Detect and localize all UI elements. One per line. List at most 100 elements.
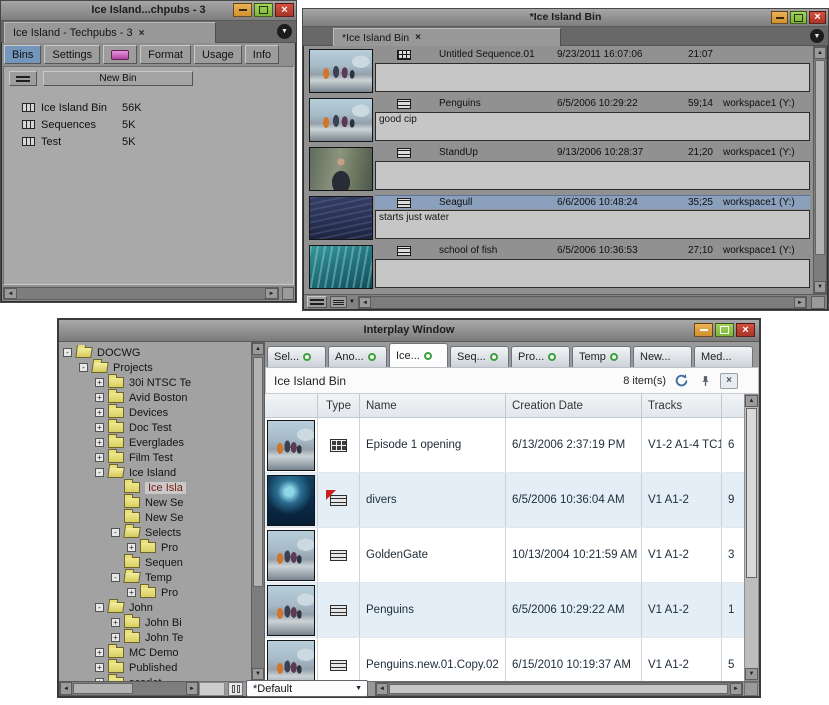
tree-expander-icon[interactable]: + [95,393,104,402]
asset-thumbnail[interactable] [267,584,315,636]
view-menu-caret-icon[interactable]: ▼ [349,299,355,305]
tree-item[interactable]: + Doc Test [59,419,251,435]
close-button[interactable] [736,323,755,337]
tree-item[interactable]: + Avid Boston [59,389,251,405]
clip-thumbnail[interactable] [309,245,373,289]
tree-item-label[interactable]: New Se [145,512,184,524]
clip-comment-box[interactable] [375,63,810,92]
tree-item-label[interactable]: Devices [129,407,168,419]
tree-item[interactable]: - Projects [59,360,251,375]
header-thumbnail[interactable] [265,394,318,417]
tree-item-label[interactable]: Ice Island [129,467,176,479]
tree-item-label[interactable]: Film Test [129,452,173,464]
tree-item[interactable]: + Pro [59,584,251,600]
scrollbar-thumb[interactable] [746,408,757,578]
clip-comment-box[interactable] [375,259,810,288]
tab-info[interactable]: Info [244,45,280,64]
clip-comment-box[interactable]: good cip [375,112,810,141]
bin-tab[interactable]: Pro... [511,346,570,367]
tree-item-label[interactable]: New Se [145,497,184,509]
tree-expander-icon[interactable]: + [95,648,104,657]
tab-close-icon[interactable]: × [415,32,421,43]
maximize-button[interactable] [254,3,273,17]
tab-close-icon[interactable]: × [139,28,145,39]
asset-name[interactable]: GoldenGate [360,528,506,582]
clip-row-header[interactable]: Seagull 6/6/2006 10:48:24 35;25 workspac… [375,195,810,209]
tree-item[interactable]: + MC Demo [59,644,251,660]
clip-row[interactable]: Seagull 6/6/2006 10:48:24 35;25 workspac… [305,193,812,242]
asset-name[interactable]: Episode 1 opening [360,418,506,472]
clip-name[interactable]: Seagull [439,197,472,208]
bin-tab[interactable]: Ano... [328,346,387,367]
tree-item-label[interactable]: Temp [145,572,172,584]
pin-button[interactable] [696,373,714,389]
tab-settings[interactable]: Settings [44,45,101,64]
scroll-up-icon[interactable] [745,395,758,407]
clip-row-header[interactable]: Penguins 6/5/2006 10:29:22 59;14 workspa… [375,97,810,111]
resize-corner[interactable] [811,296,825,309]
clip-row[interactable]: Untitled Sequence.01 9/23/2011 16:07:06 … [305,46,812,95]
tab-usage[interactable]: Usage [194,45,242,64]
tree-item-label[interactable]: Selects [145,527,181,539]
tree-expander-icon[interactable]: - [95,468,104,477]
header-name[interactable]: Name [360,394,506,417]
clip-thumbnail[interactable] [309,98,373,142]
clip-name[interactable]: Penguins [439,98,481,109]
clip-name[interactable]: Untitled Sequence.01 [439,49,535,60]
minimize-button[interactable] [694,323,713,337]
clip-window-titlebar[interactable]: *Ice Island Bin [303,9,828,27]
scroll-left-icon[interactable] [60,682,72,695]
vertical-scrollbar[interactable] [813,46,827,294]
tree-item-label[interactable]: 30i NTSC Te [129,377,191,389]
clip-thumbnail[interactable] [309,196,373,240]
tab-bins[interactable]: Bins [4,45,42,64]
asset-thumbnail[interactable] [267,419,315,471]
tree-expander-icon[interactable]: + [95,408,104,417]
clip-comment-box[interactable]: starts just water [375,210,810,239]
tree-item-label[interactable]: Pro [161,542,178,554]
asset-thumbnail[interactable] [267,639,315,681]
bin-tab[interactable]: Seq... [450,346,509,367]
tab-menu-button[interactable]: ▼ [810,29,824,43]
tree-item[interactable]: - Selects [59,525,251,540]
bin-tab[interactable]: New... [633,346,692,367]
tree-item-label[interactable]: Published [129,662,177,674]
tree-item-label[interactable]: John Bi [145,617,182,629]
scroll-down-icon[interactable] [814,281,826,293]
scroll-right-icon[interactable] [186,682,198,695]
clip-comment-box[interactable] [375,161,810,190]
tree-item-label[interactable]: John Te [145,632,183,644]
tree-expander-icon[interactable]: + [127,588,136,597]
tree-item-label[interactable]: Projects [113,362,153,374]
bin-tab[interactable]: Ice... [389,343,448,367]
scroll-down-icon[interactable] [745,668,758,680]
tree-item-label[interactable]: Everglades [129,437,184,449]
tree-expander-icon[interactable]: + [111,633,120,642]
scrollbar-thumb[interactable] [815,60,825,255]
tree-item-label[interactable]: DOCWG [97,347,140,359]
tab-format[interactable]: Format [140,45,191,64]
script-view-button[interactable] [330,296,347,308]
tree-item[interactable]: New Se [59,494,251,510]
bin-tab[interactable]: Temp [572,346,631,367]
scroll-right-icon[interactable] [794,297,806,308]
scroll-left-icon[interactable] [359,297,371,308]
scroll-left-icon[interactable] [376,683,388,695]
table-row[interactable]: GoldenGate 10/13/2004 10:21:59 AM V1 A1-… [265,528,744,583]
tree-item[interactable]: - John [59,600,251,615]
tree-expander-icon[interactable]: - [95,603,104,612]
clip-thumbnail[interactable] [309,49,373,93]
tree-item[interactable]: + Everglades [59,434,251,450]
scroll-up-icon[interactable] [252,343,264,355]
panel-close-button[interactable]: × [720,372,738,389]
clip-name[interactable]: StandUp [439,147,478,158]
tree-item[interactable]: Sequen [59,554,251,570]
scroll-left-icon[interactable] [4,288,17,299]
tree-vertical-scrollbar[interactable] [251,342,265,681]
tree-item[interactable]: + Published [59,659,251,675]
asset-name[interactable]: divers [360,473,506,527]
horizontal-scrollbar[interactable] [3,287,279,300]
table-row[interactable]: Penguins 6/5/2006 10:29:22 AM V1 A1-2 1 [265,583,744,638]
tree-horizontal-scrollbar[interactable] [59,681,199,696]
tree-item-label[interactable]: Doc Test [129,422,172,434]
